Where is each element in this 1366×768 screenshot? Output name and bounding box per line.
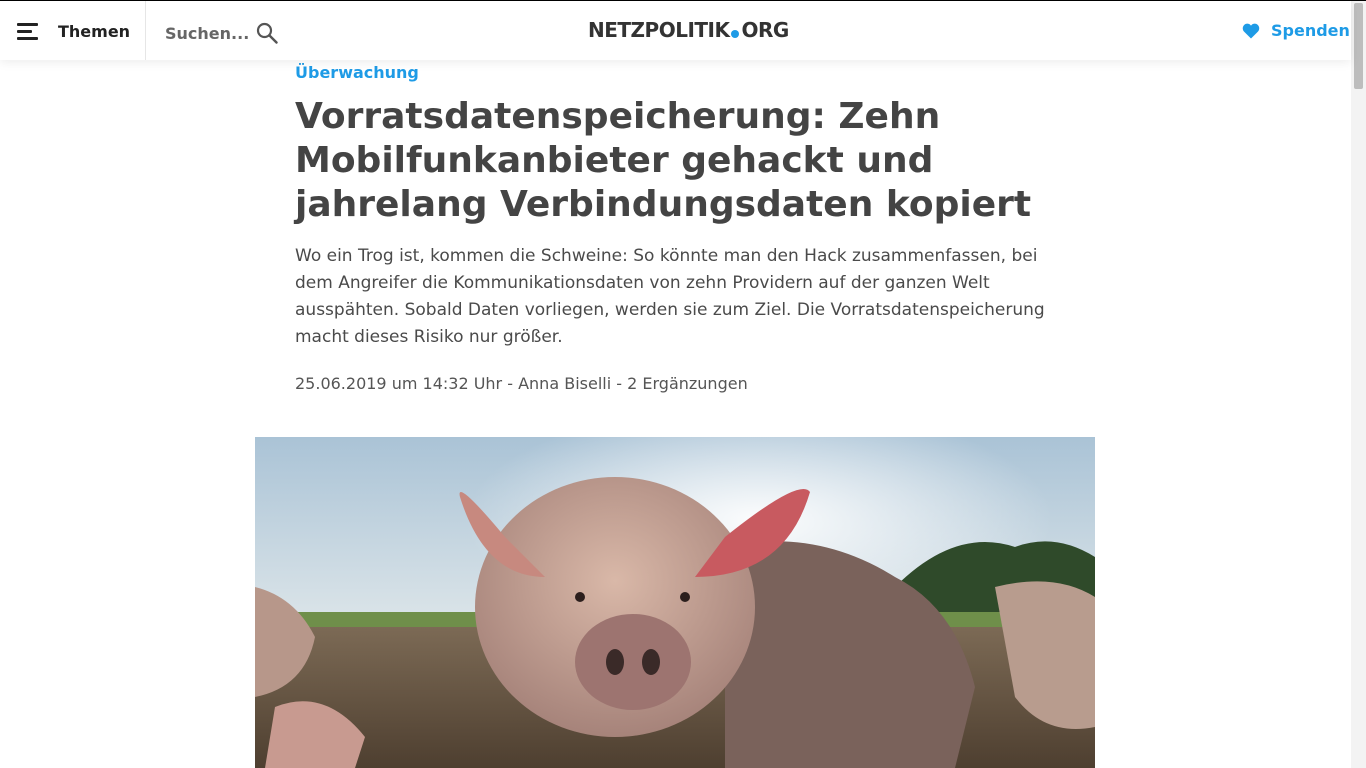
article-comments-link[interactable]: 2 Ergänzungen	[627, 374, 748, 393]
article-author-link[interactable]: Anna Biselli	[518, 374, 611, 393]
site-header: Themen NETZPOLITIK ORG Spenden	[0, 1, 1351, 60]
heart-icon	[1242, 23, 1260, 38]
menu-label: Themen	[58, 22, 131, 41]
donate-label: Spenden	[1271, 21, 1350, 40]
article-title: Vorratsdatenspeicherung: Zehn Mobilfunka…	[295, 96, 1032, 225]
page-scrollbar[interactable]	[1351, 1, 1366, 768]
meta-separator: -	[611, 374, 628, 393]
pig-photo	[255, 437, 1095, 768]
article-meta: 25.06.2019 um 14:32 Uhr - Anna Biselli -…	[295, 374, 748, 393]
article-date: 25.06.2019 um 14:32 Uhr	[295, 374, 503, 393]
themen-menu-button[interactable]: Themen	[0, 1, 146, 60]
article-hero-image	[255, 437, 1095, 768]
logo-text-left: NETZPOLITIK	[588, 18, 730, 42]
article-category-link[interactable]: Überwachung	[295, 63, 419, 82]
meta-separator: -	[502, 374, 519, 393]
search-input[interactable]	[165, 21, 253, 45]
donate-button[interactable]: Spenden	[1242, 21, 1350, 40]
hamburger-icon	[17, 23, 38, 40]
scrollbar-thumb[interactable]	[1354, 3, 1363, 89]
site-logo[interactable]: NETZPOLITIK ORG	[588, 18, 789, 42]
logo-text-right: ORG	[741, 18, 789, 42]
article-teaser: Wo ein Trog ist, kommen die Schweine: So…	[295, 246, 1045, 347]
logo-dot	[731, 30, 740, 38]
search-icon[interactable]	[256, 22, 278, 44]
